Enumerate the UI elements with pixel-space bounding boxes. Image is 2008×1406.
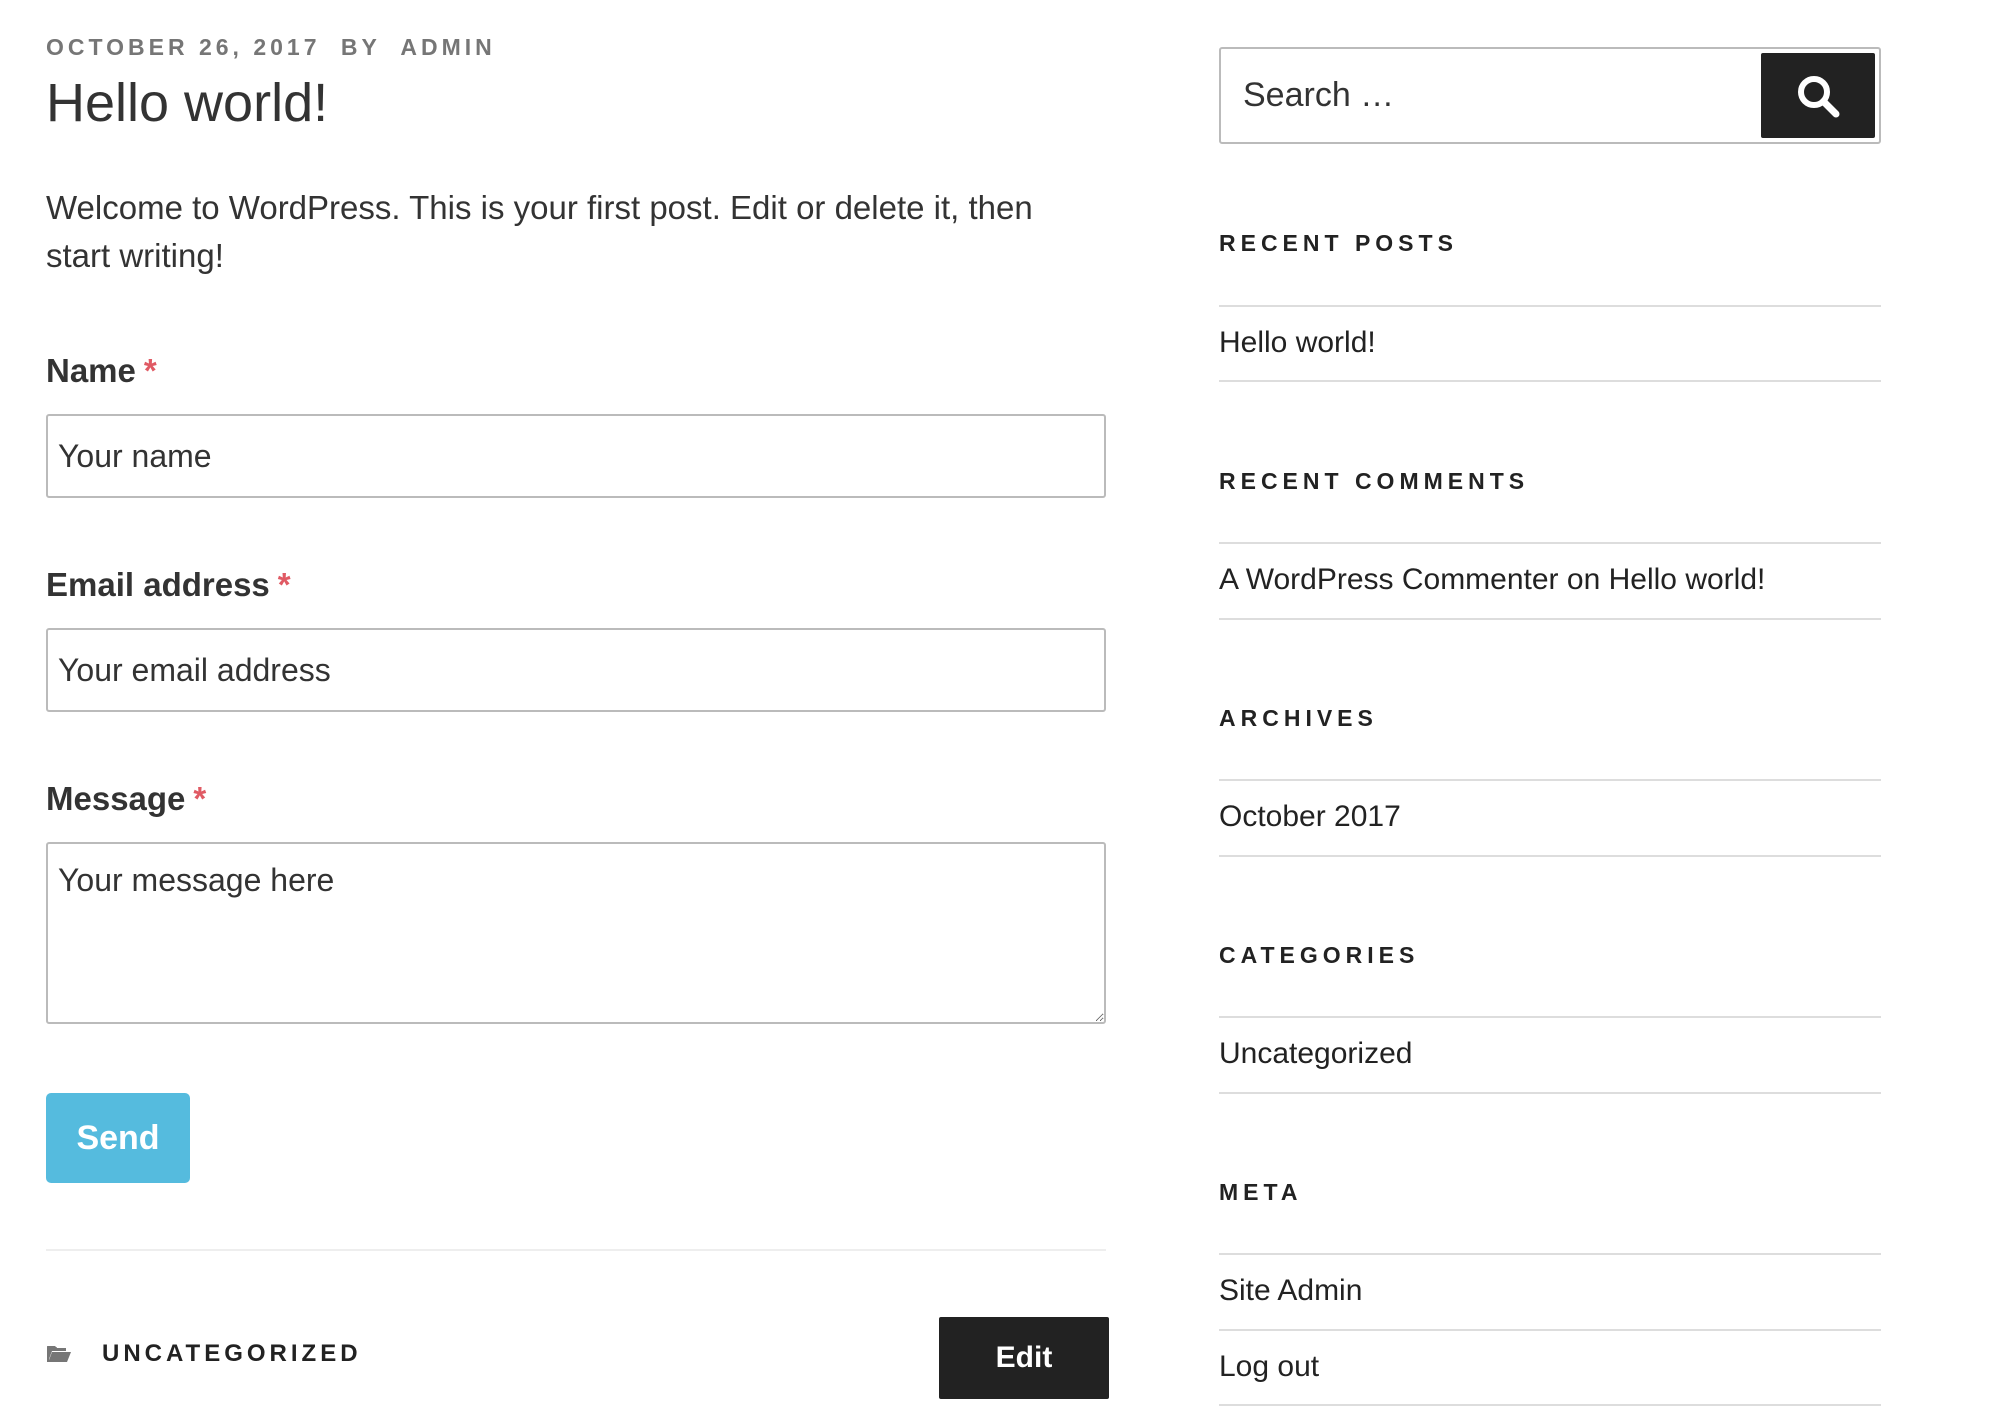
- recent-posts-divider: [1219, 305, 1881, 307]
- edit-button[interactable]: Edit: [939, 1317, 1109, 1399]
- post-meta: October 26, 2017 by admin: [46, 34, 496, 61]
- recent-comments-title: Recent Comments: [1219, 468, 1530, 494]
- comment-author-link[interactable]: A WordPress Commenter: [1219, 563, 1559, 596]
- meta-divider: [1219, 1253, 1881, 1255]
- name-input[interactable]: [46, 414, 1106, 498]
- post-title: Hello world!: [46, 73, 329, 133]
- category-link[interactable]: Uncategorized: [1219, 1037, 1412, 1071]
- message-label-text: Message: [46, 780, 186, 817]
- site-admin-link[interactable]: Site Admin: [1219, 1274, 1362, 1308]
- post-meta-by: by: [340, 34, 381, 60]
- post-author-link[interactable]: admin: [400, 34, 495, 60]
- required-mark: *: [277, 566, 291, 603]
- archive-link[interactable]: October 2017: [1219, 800, 1401, 834]
- required-mark: *: [193, 780, 207, 817]
- name-label: Name *: [46, 352, 157, 390]
- email-input[interactable]: [46, 628, 1106, 712]
- comment-post-link[interactable]: Hello world!: [1609, 563, 1766, 596]
- recent-comment-item: A WordPress Commenter on Hello world!: [1219, 563, 1765, 597]
- recent-comments-divider: [1219, 542, 1881, 544]
- categories-title: Categories: [1219, 942, 1420, 968]
- post-content: Welcome to WordPress. This is your first…: [46, 189, 1033, 274]
- folder-icon: [46, 1344, 72, 1364]
- recent-posts-divider: [1219, 380, 1881, 382]
- post-category-link[interactable]: Uncategorized: [102, 1340, 362, 1368]
- comment-on-text: on: [1566, 563, 1601, 596]
- send-button[interactable]: Send: [46, 1093, 190, 1183]
- archives-divider: [1219, 779, 1881, 781]
- message-label: Message *: [46, 780, 206, 818]
- email-label-text: Email address: [46, 566, 270, 603]
- search-button[interactable]: [1761, 53, 1875, 138]
- meta-divider: [1219, 1329, 1881, 1331]
- email-label: Email address *: [46, 566, 291, 604]
- categories-divider: [1219, 1092, 1881, 1094]
- message-textarea[interactable]: [46, 842, 1106, 1024]
- categories-divider: [1219, 1016, 1881, 1018]
- recent-posts-title: Recent Posts: [1219, 230, 1458, 256]
- recent-post-link[interactable]: Hello world!: [1219, 326, 1376, 360]
- required-mark: *: [143, 352, 157, 389]
- meta-title: Meta: [1219, 1179, 1303, 1205]
- log-out-link[interactable]: Log out: [1219, 1350, 1319, 1384]
- archives-divider: [1219, 855, 1881, 857]
- recent-comments-divider: [1219, 618, 1881, 620]
- post-date-link[interactable]: October 26, 2017: [46, 34, 321, 60]
- search-input[interactable]: [1221, 49, 1761, 142]
- archives-title: Archives: [1219, 705, 1378, 731]
- name-label-text: Name: [46, 352, 136, 389]
- entry-footer-divider: [46, 1249, 1106, 1251]
- search-icon: [1795, 73, 1841, 119]
- search-form: [1219, 47, 1881, 144]
- post-category-footer: Uncategorized: [46, 1340, 362, 1368]
